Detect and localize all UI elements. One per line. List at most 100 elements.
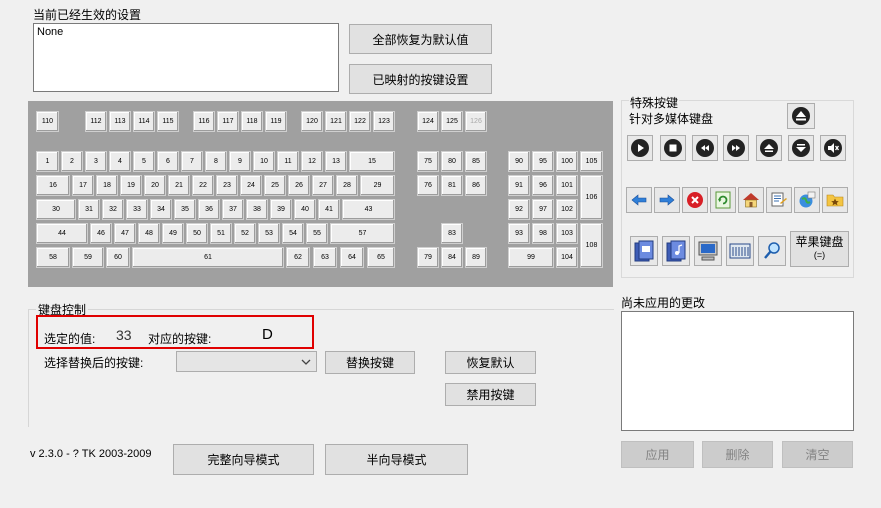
- refresh-icon[interactable]: [710, 187, 736, 213]
- key-79[interactable]: 79: [417, 247, 439, 268]
- key-23[interactable]: 23: [216, 175, 238, 196]
- key-11[interactable]: 11: [277, 151, 299, 172]
- key-31[interactable]: 31: [78, 199, 100, 220]
- web-icon[interactable]: [794, 187, 820, 213]
- key-101[interactable]: 101: [556, 175, 578, 196]
- key-85[interactable]: 85: [465, 151, 487, 172]
- eject-icon[interactable]: [787, 103, 815, 129]
- key-59[interactable]: 59: [72, 247, 104, 268]
- key-86[interactable]: 86: [465, 175, 487, 196]
- key-118[interactable]: 118: [241, 111, 263, 132]
- key-51[interactable]: 51: [210, 223, 232, 244]
- key-112[interactable]: 112: [85, 111, 107, 132]
- key-90[interactable]: 90: [508, 151, 530, 172]
- volume-down-icon[interactable]: [788, 135, 814, 161]
- key-61[interactable]: 61: [132, 247, 284, 268]
- my-computer-icon[interactable]: [694, 236, 722, 266]
- half-wizard-button[interactable]: 半向导模式: [325, 444, 468, 475]
- key-93[interactable]: 93: [508, 223, 530, 244]
- key-15[interactable]: 15: [349, 151, 395, 172]
- key-81[interactable]: 81: [441, 175, 463, 196]
- key-22[interactable]: 22: [192, 175, 214, 196]
- key-113[interactable]: 113: [109, 111, 131, 132]
- key-41[interactable]: 41: [318, 199, 340, 220]
- key-92[interactable]: 92: [508, 199, 530, 220]
- key-33[interactable]: 33: [126, 199, 148, 220]
- key-102[interactable]: 102: [556, 199, 578, 220]
- fast-forward-icon[interactable]: [723, 135, 749, 161]
- key-24[interactable]: 24: [240, 175, 262, 196]
- key-62[interactable]: 62: [286, 247, 310, 268]
- delete-button[interactable]: 删除: [702, 441, 773, 468]
- key-5[interactable]: 5: [133, 151, 155, 172]
- key-108[interactable]: 108: [580, 223, 603, 268]
- rewind-icon[interactable]: [692, 135, 718, 161]
- key-53[interactable]: 53: [258, 223, 280, 244]
- key-121[interactable]: 121: [325, 111, 347, 132]
- home-icon[interactable]: [738, 187, 764, 213]
- key-4[interactable]: 4: [109, 151, 131, 172]
- key-39[interactable]: 39: [270, 199, 292, 220]
- apple-keyboard-button[interactable]: 苹果键盘 (=): [790, 231, 849, 267]
- key-7[interactable]: 7: [181, 151, 203, 172]
- key-9[interactable]: 9: [229, 151, 251, 172]
- mail-icon[interactable]: [766, 187, 792, 213]
- pending-changes-list[interactable]: [621, 311, 854, 431]
- key-20[interactable]: 20: [144, 175, 166, 196]
- replace-key-select[interactable]: [176, 351, 317, 372]
- restore-default-button[interactable]: 恢复默认: [445, 351, 536, 374]
- key-32[interactable]: 32: [102, 199, 124, 220]
- back-icon[interactable]: [626, 187, 652, 213]
- key-100[interactable]: 100: [556, 151, 578, 172]
- full-wizard-button[interactable]: 完整向导模式: [173, 444, 314, 475]
- key-116[interactable]: 116: [193, 111, 215, 132]
- search-icon[interactable]: [758, 236, 786, 266]
- key-104[interactable]: 104: [556, 247, 578, 268]
- disable-key-button[interactable]: 禁用按键: [445, 383, 536, 406]
- key-1[interactable]: 1: [36, 151, 59, 172]
- key-40[interactable]: 40: [294, 199, 316, 220]
- replace-key-button[interactable]: 替换按键: [325, 351, 415, 374]
- key-60[interactable]: 60: [106, 247, 130, 268]
- key-117[interactable]: 117: [217, 111, 239, 132]
- key-43[interactable]: 43: [342, 199, 395, 220]
- restore-all-button[interactable]: 全部恢复为默认值: [349, 24, 492, 54]
- key-37[interactable]: 37: [222, 199, 244, 220]
- key-8[interactable]: 8: [205, 151, 227, 172]
- key-52[interactable]: 52: [234, 223, 256, 244]
- play-icon[interactable]: [627, 135, 653, 161]
- key-89[interactable]: 89: [465, 247, 487, 268]
- key-6[interactable]: 6: [157, 151, 179, 172]
- key-27[interactable]: 27: [312, 175, 334, 196]
- key-126[interactable]: 126: [465, 111, 487, 132]
- key-119[interactable]: 119: [265, 111, 287, 132]
- key-80[interactable]: 80: [441, 151, 463, 172]
- key-18[interactable]: 18: [96, 175, 118, 196]
- key-26[interactable]: 26: [288, 175, 310, 196]
- key-44[interactable]: 44: [36, 223, 88, 244]
- current-settings-box[interactable]: None: [33, 23, 339, 92]
- key-115[interactable]: 115: [157, 111, 179, 132]
- key-36[interactable]: 36: [198, 199, 220, 220]
- key-47[interactable]: 47: [114, 223, 136, 244]
- forward-icon[interactable]: [654, 187, 680, 213]
- key-98[interactable]: 98: [532, 223, 554, 244]
- key-13[interactable]: 13: [325, 151, 347, 172]
- key-2[interactable]: 2: [61, 151, 83, 172]
- key-75[interactable]: 75: [417, 151, 439, 172]
- key-110[interactable]: 110: [36, 111, 59, 132]
- key-83[interactable]: 83: [441, 223, 463, 244]
- my-music-icon[interactable]: [662, 236, 690, 266]
- key-63[interactable]: 63: [313, 247, 337, 268]
- key-105[interactable]: 105: [580, 151, 603, 172]
- key-35[interactable]: 35: [174, 199, 196, 220]
- key-125[interactable]: 125: [441, 111, 463, 132]
- key-114[interactable]: 114: [133, 111, 155, 132]
- key-123[interactable]: 123: [373, 111, 395, 132]
- key-12[interactable]: 12: [301, 151, 323, 172]
- volume-up-icon[interactable]: [756, 135, 782, 161]
- key-16[interactable]: 16: [36, 175, 70, 196]
- key-28[interactable]: 28: [336, 175, 358, 196]
- key-19[interactable]: 19: [120, 175, 142, 196]
- stop-browser-icon[interactable]: [682, 187, 708, 213]
